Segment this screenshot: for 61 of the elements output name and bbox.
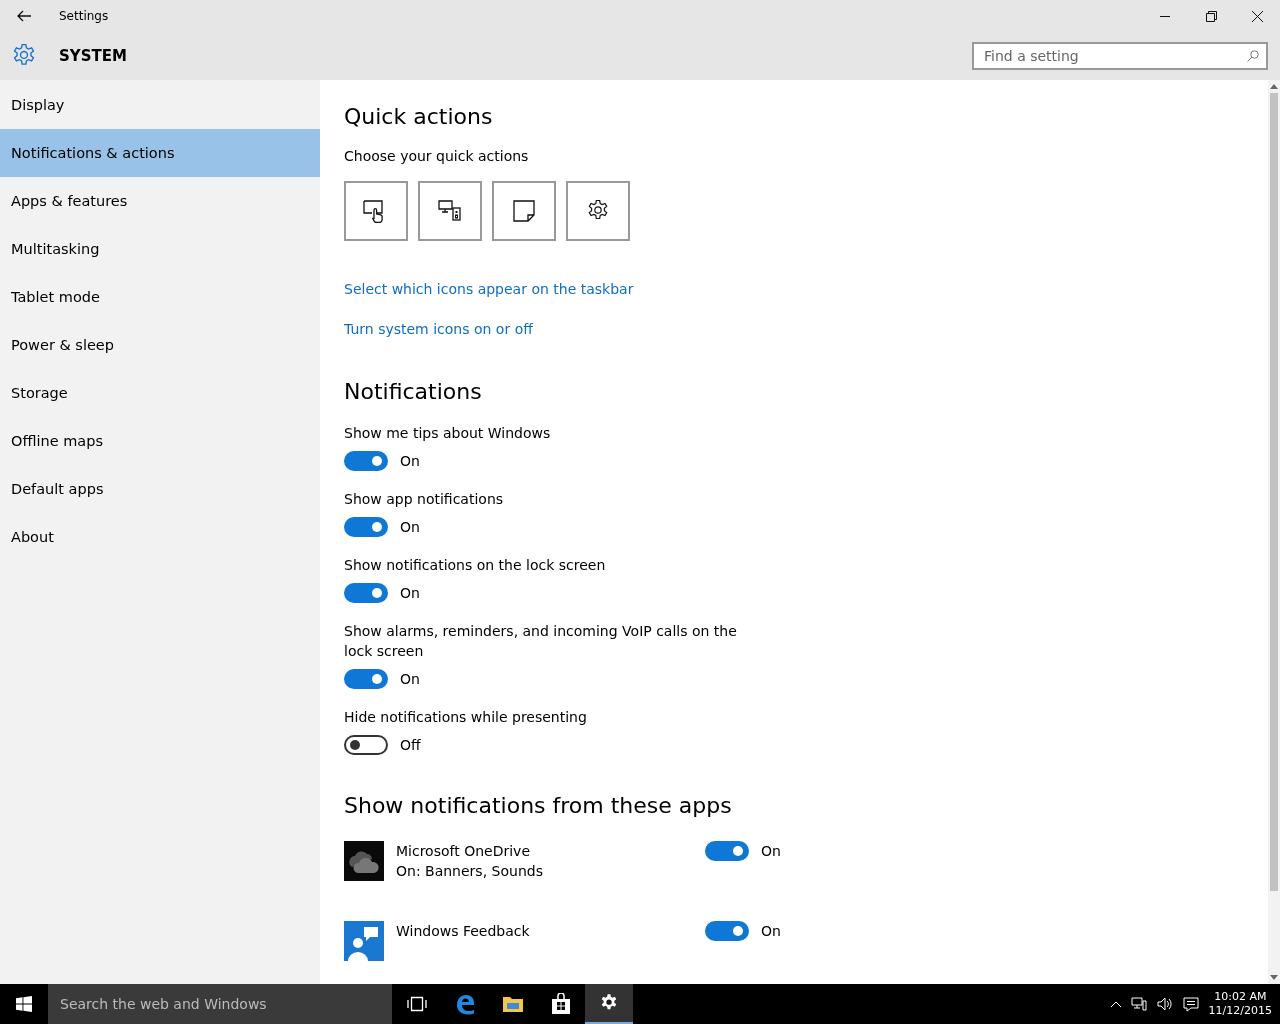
scroll-up-arrow-icon[interactable] bbox=[1270, 84, 1278, 89]
toggle-switch[interactable] bbox=[344, 451, 388, 471]
sidebar-item[interactable]: Multitasking bbox=[0, 225, 320, 273]
toggle-switch[interactable] bbox=[344, 583, 388, 603]
search-icon bbox=[1247, 50, 1259, 62]
section-heading: Notifications bbox=[344, 378, 483, 406]
setting-label: Show alarms, reminders, and incoming VoIP calls on the lock screen bbox=[344, 622, 738, 661]
toggle-switch[interactable] bbox=[705, 841, 749, 861]
chevron-up-icon[interactable] bbox=[1110, 1001, 1121, 1007]
section-heading: Quick actions bbox=[344, 103, 494, 131]
toggle-state: On bbox=[761, 923, 781, 939]
toggle-state: On bbox=[400, 585, 420, 601]
quick-action-tile[interactable] bbox=[492, 181, 556, 241]
people-chat-app-icon bbox=[344, 921, 384, 961]
scroll-down-arrow-icon[interactable] bbox=[1270, 975, 1278, 980]
quick-action-tile[interactable] bbox=[344, 181, 408, 241]
app-name: Windows Feedback bbox=[396, 922, 531, 941]
taskbar-search-field[interactable]: Search the web and Windows bbox=[48, 984, 392, 1024]
sidebar-item[interactable]: Apps & features bbox=[0, 177, 320, 225]
toggle-switch[interactable] bbox=[344, 669, 388, 689]
network-icon[interactable] bbox=[1130, 997, 1147, 1011]
window-title: Settings bbox=[59, 9, 109, 23]
setting-label: Show notifications on the lock screen bbox=[344, 556, 607, 575]
toggle-state: On bbox=[761, 843, 781, 859]
sidebar-item[interactable]: Default apps bbox=[0, 465, 320, 513]
section-heading: Show notifications from these apps bbox=[344, 792, 733, 820]
sidebar-item[interactable]: About bbox=[0, 513, 320, 561]
sidebar-item[interactable]: Tablet mode bbox=[0, 273, 320, 321]
setting-label: Show me tips about Windows bbox=[344, 424, 552, 443]
cloud-app-icon bbox=[344, 841, 384, 881]
gear-icon[interactable] bbox=[585, 984, 633, 1024]
toggle-switch[interactable] bbox=[344, 735, 388, 755]
toggle-switch[interactable] bbox=[705, 921, 749, 941]
message-icon[interactable] bbox=[1182, 996, 1199, 1012]
sidebar-item[interactable]: Storage bbox=[0, 369, 320, 417]
toggle-state: On bbox=[400, 671, 420, 687]
search-field[interactable]: Find a setting bbox=[972, 42, 1268, 70]
sidebar-item[interactable]: Display bbox=[0, 81, 320, 129]
setting-label: Show app notifications bbox=[344, 490, 505, 509]
monitor-tower-icon bbox=[438, 200, 462, 222]
setting-label: Hide notifications while presenting bbox=[344, 708, 588, 727]
toggle-state: Off bbox=[400, 737, 421, 753]
speaker-icon[interactable] bbox=[1156, 997, 1173, 1011]
note-icon bbox=[513, 200, 535, 222]
toggle-state: On bbox=[400, 519, 420, 535]
link[interactable]: Select which icons appear on the taskbar bbox=[344, 279, 634, 299]
quick-action-tile[interactable] bbox=[418, 181, 482, 241]
clock[interactable]: 10:02 AM 11/12/2015 bbox=[1208, 990, 1272, 1018]
subheading: Choose your quick actions bbox=[344, 148, 530, 164]
app-name: Microsoft OneDrive bbox=[396, 842, 531, 861]
scrollbar[interactable] bbox=[1268, 80, 1280, 984]
toggle-state: On bbox=[400, 453, 420, 469]
toggle-switch[interactable] bbox=[344, 517, 388, 537]
sidebar-item[interactable]: Offline maps bbox=[0, 417, 320, 465]
section-title: SYSTEM bbox=[59, 47, 127, 65]
quick-action-tile[interactable] bbox=[566, 181, 630, 241]
sidebar-item[interactable]: Power & sleep bbox=[0, 321, 320, 369]
app-detail: On: Banners, Sounds bbox=[396, 862, 544, 881]
back-arrow-icon[interactable] bbox=[17, 10, 31, 22]
link[interactable]: Turn system icons on or off bbox=[344, 319, 533, 339]
sidebar-item[interactable]: Notifications & actions bbox=[0, 129, 320, 177]
